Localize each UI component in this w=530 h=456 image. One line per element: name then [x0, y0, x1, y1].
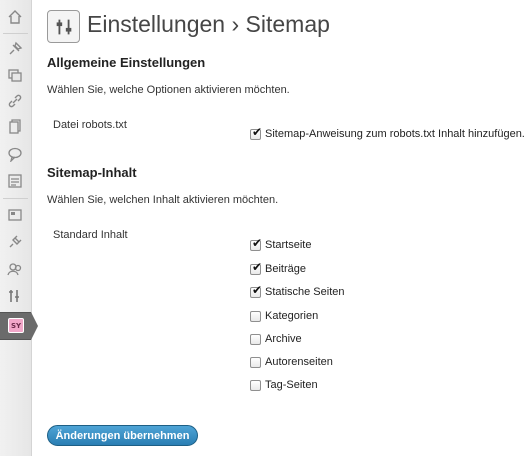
settings-icon[interactable]: SY: [8, 318, 24, 333]
sitemap-content-description: Wählen Sie, welchen Inhalt aktivieren mö…: [47, 194, 279, 206]
checkmark-icon: ✔: [252, 124, 263, 139]
appearance-icon[interactable]: [4, 204, 26, 226]
home-icon[interactable]: [4, 6, 26, 28]
beitraege-checkbox[interactable]: ✔: [250, 259, 263, 275]
statische-seiten-checkbox[interactable]: ✔: [250, 282, 263, 298]
robots-option-label: Sitemap-Anweisung zum robots.txt Inhalt …: [265, 128, 525, 140]
content-option-label: Tag-Seiten: [265, 379, 318, 391]
admin-sidebar: SY: [0, 0, 38, 456]
form-icon[interactable]: [4, 170, 26, 192]
comment-icon[interactable]: [4, 143, 26, 165]
plugin-icon[interactable]: [4, 231, 26, 253]
content-option-beitraege[interactable]: ✔ Beiträge: [250, 259, 306, 276]
sliders-icon: [47, 10, 80, 43]
content-option-statische-seiten[interactable]: ✔ Statische Seiten: [250, 282, 345, 299]
content-option-tag-seiten[interactable]: Tag-Seiten: [250, 378, 318, 392]
media-icon[interactable]: [4, 64, 26, 86]
content-option-label: Autorenseiten: [265, 356, 333, 368]
robots-checkbox[interactable]: ✔: [250, 124, 263, 140]
startseite-checkbox[interactable]: ✔: [250, 235, 263, 251]
active-menu-arrow: [31, 312, 38, 340]
page-title: Einstellungen › Sitemap: [87, 11, 330, 37]
content-option-label: Kategorien: [265, 310, 319, 322]
general-settings-description: Wählen Sie, welche Optionen aktivieren m…: [47, 84, 290, 96]
content-option-startseite[interactable]: ✔ Startseite: [250, 235, 312, 252]
content-option-autorenseiten[interactable]: Autorenseiten: [250, 355, 333, 369]
sitemap-content-heading: Sitemap-Inhalt: [47, 165, 137, 180]
content-option-label: Archive: [265, 333, 302, 345]
link-icon[interactable]: [4, 90, 26, 112]
autorenseiten-checkbox[interactable]: [250, 356, 261, 368]
sidebar-separator: [3, 198, 28, 199]
standard-content-label: Standard Inhalt: [53, 229, 128, 241]
content-option-label: Beiträge: [265, 263, 306, 275]
robots-option[interactable]: ✔ Sitemap-Anweisung zum robots.txt Inhal…: [250, 124, 525, 141]
tools-icon[interactable]: [4, 285, 26, 307]
content-option-archive[interactable]: Archive: [250, 332, 302, 346]
kategorien-checkbox[interactable]: [250, 310, 261, 322]
checkmark-icon: ✔: [252, 282, 263, 297]
checkmark-icon: ✔: [252, 259, 263, 274]
content-option-label: Startseite: [265, 239, 312, 251]
pin-icon[interactable]: [4, 38, 26, 60]
save-changes-button[interactable]: Änderungen übernehmen: [47, 425, 198, 446]
checkmark-icon: ✔: [252, 235, 263, 250]
users-icon[interactable]: [4, 258, 26, 280]
tag-seiten-checkbox[interactable]: [250, 379, 261, 391]
sidebar-separator: [3, 33, 28, 34]
archive-checkbox[interactable]: [250, 333, 261, 345]
pages-icon[interactable]: [4, 116, 26, 138]
general-settings-heading: Allgemeine Einstellungen: [47, 55, 206, 70]
content-option-kategorien[interactable]: Kategorien: [250, 309, 318, 323]
robots-txt-label: Datei robots.txt: [53, 119, 127, 131]
content-option-label: Statische Seiten: [265, 286, 345, 298]
